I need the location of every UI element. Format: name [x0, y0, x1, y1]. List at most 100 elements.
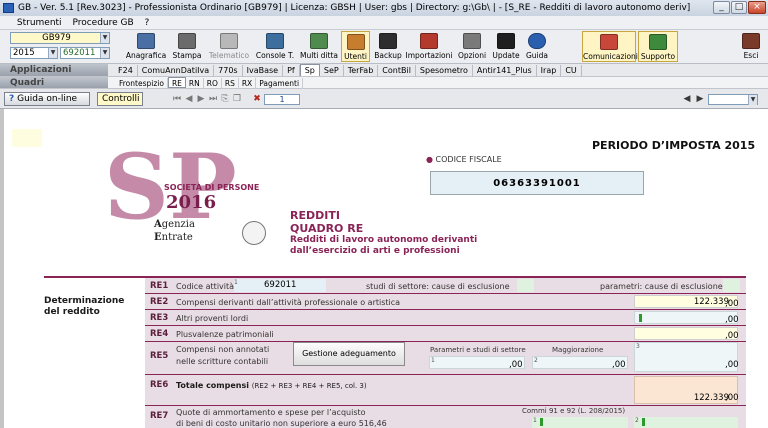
- entrate-logo-text: Entrate: [154, 232, 193, 243]
- window-title: GB - Ver. 5.1 [Rev.3023] - Professionist…: [18, 3, 691, 13]
- opzioni-button[interactable]: Opzioni: [456, 31, 488, 62]
- console-button[interactable]: Console T.: [253, 31, 297, 62]
- tab-rx[interactable]: RX: [239, 78, 257, 89]
- re7-col1-field[interactable]: 1: [532, 417, 628, 428]
- parametri-field[interactable]: [723, 279, 740, 292]
- tab-rs[interactable]: RS: [222, 78, 239, 89]
- scroll-left-icon[interactable]: ◀: [680, 93, 694, 105]
- re3-field[interactable]: [634, 311, 738, 324]
- tab-cu[interactable]: CU: [561, 65, 582, 77]
- menu-help[interactable]: ?: [141, 16, 154, 30]
- re3-decimals: ,00: [725, 315, 739, 325]
- tab-sep[interactable]: SeP: [320, 65, 344, 77]
- minimize-button[interactable]: _: [713, 1, 730, 14]
- scroll-right-icon[interactable]: ▶: [694, 93, 706, 105]
- importazioni-button[interactable]: Importazioni: [404, 31, 454, 62]
- printer-icon: [178, 33, 196, 49]
- re6-value: 122.339: [693, 393, 729, 403]
- console-label: Console T.: [255, 51, 295, 60]
- re2-code: RE2: [150, 297, 169, 307]
- zoom-select[interactable]: ▼: [708, 94, 758, 105]
- tab-pf[interactable]: Pf: [283, 65, 300, 77]
- ditta-select[interactable]: 692011 ▼: [60, 47, 110, 59]
- tab-terfab[interactable]: TerFab: [344, 65, 379, 77]
- page-number-field[interactable]: 1: [264, 94, 300, 105]
- company-code: GB979: [42, 33, 71, 43]
- guida-button[interactable]: Guida: [524, 31, 550, 62]
- codice-fiscale-field[interactable]: 06363391001: [430, 171, 644, 195]
- re4-desc: Plusvalenze patrimoniali: [176, 330, 274, 339]
- re5-code: RE5: [150, 351, 169, 361]
- telematico-button[interactable]: Telematico: [206, 31, 252, 62]
- ditta-code: 692011: [63, 48, 96, 58]
- tab-sp[interactable]: Sp: [299, 64, 320, 76]
- tab-ivabase[interactable]: IvaBase: [243, 65, 284, 77]
- update-button[interactable]: Update: [490, 31, 522, 62]
- edit-marker-icon: [540, 418, 543, 426]
- re1-desc: Codice attività: [176, 282, 235, 291]
- help-icon: ?: [9, 94, 15, 104]
- chevron-down-icon[interactable]: ▼: [100, 33, 109, 43]
- copy-page-icon[interactable]: ❐: [232, 93, 242, 105]
- tab-irap[interactable]: Irap: [537, 65, 562, 77]
- nav-bar: ? Guida on-line Controlli ⏮ ◀ ▶ ⏭ ⎘ ❐ ✖ …: [0, 89, 768, 109]
- menu-procedure-gb[interactable]: Procedure GB: [68, 16, 137, 30]
- supporto-label: Supporto: [640, 52, 676, 61]
- chevron-down-icon[interactable]: ▼: [100, 48, 109, 58]
- re2-field[interactable]: 122.339: [634, 295, 738, 308]
- app-icon: [3, 3, 14, 13]
- telematico-icon: [220, 33, 238, 49]
- backup-label: Backup: [374, 51, 402, 60]
- quadri-row: Quadri Frontespizio RE RN RO RS RX Pagamenti: [0, 77, 768, 89]
- studi-settore-field[interactable]: [517, 279, 534, 292]
- tab-770s[interactable]: 770s: [214, 65, 243, 77]
- tab-comuanndatiiva[interactable]: ComuAnnDatiIva: [138, 65, 215, 77]
- year-select[interactable]: 2015 ▼: [10, 47, 58, 59]
- guida-label: Guida: [525, 51, 548, 60]
- redditi-heading: REDDITI: [290, 209, 340, 222]
- comunicazioni-label: Comunicazioni: [583, 52, 638, 61]
- tab-frontespizio[interactable]: Frontespizio: [116, 78, 168, 89]
- guida-online-label: Guida on-line: [17, 94, 78, 104]
- utenti-button[interactable]: Utenti: [341, 31, 370, 62]
- re5-col3-field[interactable]: 3: [634, 342, 738, 372]
- next-page-icon[interactable]: ▶: [196, 93, 206, 105]
- tab-spesometro[interactable]: Spesometro: [416, 65, 473, 77]
- codice-attivita-field[interactable]: 1 692011: [234, 279, 326, 292]
- chevron-down-icon[interactable]: ▼: [748, 95, 757, 105]
- title-bar: GB - Ver. 5.1 [Rev.3023] - Professionist…: [0, 0, 768, 16]
- menu-strumenti[interactable]: Strumenti: [13, 16, 66, 30]
- backup-button[interactable]: Backup: [373, 31, 403, 62]
- multi-ditta-button[interactable]: Multi ditta: [298, 31, 340, 62]
- guida-online-button[interactable]: ? Guida on-line: [4, 92, 90, 106]
- comunicazioni-button[interactable]: Comunicazioni: [582, 31, 638, 62]
- delete-page-icon[interactable]: ✖: [252, 93, 262, 105]
- tab-f24[interactable]: F24: [114, 65, 138, 77]
- gestione-adeguamento-button[interactable]: Gestione adeguamento: [293, 342, 405, 366]
- utenti-label: Utenti: [344, 52, 367, 61]
- supporto-icon: [649, 34, 667, 50]
- tab-ro[interactable]: RO: [204, 78, 222, 89]
- anagrafica-button[interactable]: Anagrafica: [124, 31, 168, 62]
- re4-field[interactable]: [634, 327, 738, 340]
- company-select[interactable]: GB979 ▼: [10, 32, 110, 44]
- tab-pagamenti[interactable]: Pagamenti: [256, 78, 304, 89]
- tab-re[interactable]: RE: [167, 77, 186, 88]
- chevron-down-icon[interactable]: ▼: [48, 48, 57, 58]
- maximize-button[interactable]: □: [731, 1, 747, 14]
- stampa-button[interactable]: Stampa: [169, 31, 205, 62]
- re4-decimals: ,00: [725, 331, 739, 341]
- tab-contbil[interactable]: ContBil: [378, 65, 416, 77]
- add-page-icon[interactable]: ⎘: [220, 93, 230, 105]
- supporto-button[interactable]: Supporto: [638, 31, 678, 62]
- tab-rn[interactable]: RN: [186, 78, 204, 89]
- prev-page-icon[interactable]: ◀: [184, 93, 194, 105]
- close-button[interactable]: ×: [748, 1, 766, 14]
- re7-col2-field[interactable]: 2: [634, 417, 738, 428]
- edit-marker-icon: [642, 418, 645, 426]
- first-page-icon[interactable]: ⏮: [172, 93, 182, 105]
- last-page-icon[interactable]: ⏭: [208, 93, 218, 105]
- tab-antir141-plus[interactable]: Antir141_Plus: [473, 65, 537, 77]
- esci-button[interactable]: Esci: [738, 31, 764, 62]
- controlli-button[interactable]: Controlli: [97, 92, 143, 106]
